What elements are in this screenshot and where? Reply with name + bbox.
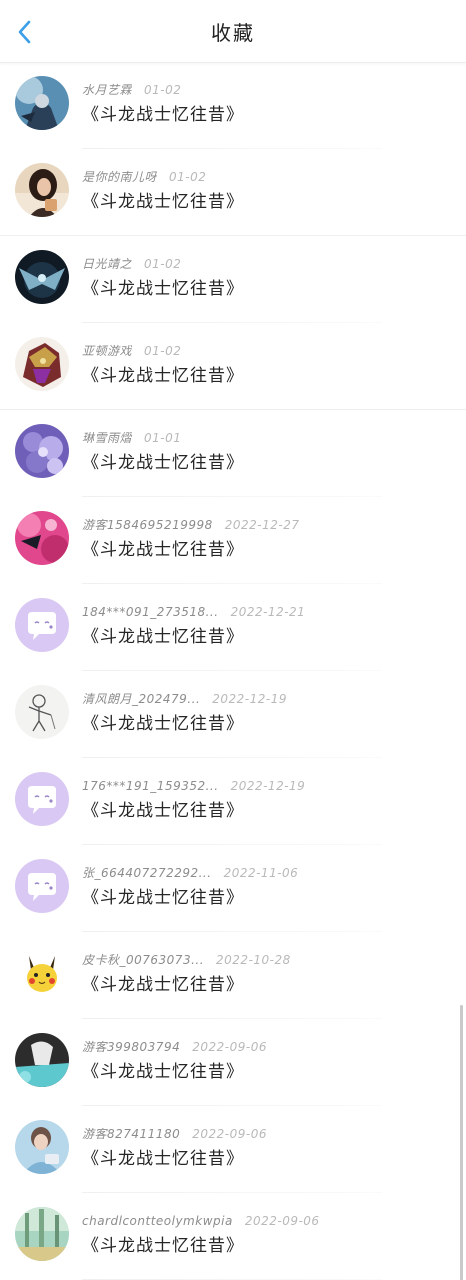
avatar[interactable]	[15, 1120, 69, 1174]
avatar[interactable]	[15, 1207, 69, 1261]
scrollbar[interactable]	[460, 1005, 463, 1280]
username[interactable]: 清风朗月_202479...	[82, 690, 200, 708]
date: 01-02	[144, 83, 182, 97]
date: 2022-12-21	[230, 605, 306, 619]
list-item[interactable]: 亚顿游戏 01-02 《斗龙战士忆往昔》	[0, 323, 466, 410]
item-title[interactable]: 《斗龙战士忆往昔》	[82, 1060, 244, 1084]
date: 2022-12-19	[230, 779, 306, 793]
date: 2022-09-06	[192, 1127, 267, 1141]
avatar[interactable]	[15, 598, 69, 652]
avatar[interactable]	[15, 424, 69, 478]
item-meta: 游客1584695219998 2022-12-27	[82, 516, 300, 534]
item-meta: 亚顿游戏 01-02	[82, 342, 181, 360]
item-title[interactable]: 《斗龙战士忆往昔》	[82, 538, 244, 562]
username[interactable]: 是你的南儿呀	[82, 168, 157, 186]
avatar[interactable]	[15, 76, 69, 130]
avatar[interactable]	[15, 946, 69, 1000]
item-meta: 184***091_273518... 2022-12-21	[82, 603, 305, 621]
item-title[interactable]: 《斗龙战士忆往昔》	[82, 103, 244, 127]
list-item[interactable]: 是你的南儿呀 01-02 《斗龙战士忆往昔》	[0, 149, 466, 236]
date: 2022-11-06	[223, 866, 299, 880]
item-meta: 游客827411180 2022-09-06	[82, 1125, 267, 1143]
avatar[interactable]	[15, 1033, 69, 1087]
avatar[interactable]	[15, 250, 69, 304]
list-item[interactable]: 184***091_273518... 2022-12-21 《斗龙战士忆往昔》	[0, 584, 466, 671]
list-item[interactable]: 游客1584695219998 2022-12-27 《斗龙战士忆往昔》	[0, 497, 466, 584]
item-meta: 176***191_159352... 2022-12-19	[82, 777, 305, 795]
item-title[interactable]: 《斗龙战士忆往昔》	[82, 451, 244, 475]
date: 01-02	[144, 257, 182, 271]
item-title[interactable]: 《斗龙战士忆往昔》	[82, 1234, 244, 1258]
item-title[interactable]: 《斗龙战士忆往昔》	[82, 712, 244, 736]
list-item[interactable]: 游客399803794 2022-09-06 《斗龙战士忆往昔》	[0, 1019, 466, 1106]
date: 2022-09-06	[244, 1214, 320, 1228]
item-meta: 日光靖之 01-02	[82, 255, 181, 273]
list-item[interactable]: 琳雪雨熠 01-01 《斗龙战士忆往昔》	[0, 410, 466, 497]
username[interactable]: 游客1584695219998	[82, 516, 213, 534]
date: 2022-12-27	[224, 518, 300, 532]
list-item[interactable]: 皮卡秋_00763073... 2022-10-28 《斗龙战士忆往昔》	[0, 932, 466, 1019]
back-button[interactable]	[6, 12, 44, 52]
date: 01-02	[169, 170, 207, 184]
username[interactable]: 游客399803794	[82, 1038, 180, 1056]
username[interactable]: 皮卡秋_00763073...	[82, 951, 204, 969]
item-title[interactable]: 《斗龙战士忆往昔》	[82, 886, 244, 910]
username[interactable]: 水月艺霖	[82, 81, 132, 99]
item-title[interactable]: 《斗龙战士忆往昔》	[82, 277, 244, 301]
item-title[interactable]: 《斗龙战士忆往昔》	[82, 364, 244, 388]
item-meta: 水月艺霖 01-02	[82, 81, 181, 99]
username[interactable]: 184***091_273518...	[82, 603, 219, 621]
date: 01-01	[144, 431, 182, 445]
list-item[interactable]: 游客827411180 2022-09-06 《斗龙战士忆往昔》	[0, 1106, 466, 1193]
item-meta: chardlcontteolymkwpia 2022-09-06	[82, 1212, 320, 1230]
avatar[interactable]	[15, 337, 69, 391]
avatar[interactable]	[15, 772, 69, 826]
username[interactable]: chardlcontteolymkwpia	[82, 1212, 233, 1230]
avatar[interactable]	[15, 511, 69, 565]
list-item[interactable]: 清风朗月_202479... 2022-12-19 《斗龙战士忆往昔》	[0, 671, 466, 758]
username[interactable]: 日光靖之	[82, 255, 132, 273]
item-title[interactable]: 《斗龙战士忆往昔》	[82, 190, 244, 214]
item-title[interactable]: 《斗龙战士忆往昔》	[82, 625, 244, 649]
username[interactable]: 游客827411180	[82, 1125, 180, 1143]
username[interactable]: 琳雪雨熠	[82, 429, 132, 447]
avatar[interactable]	[15, 163, 69, 217]
list-item[interactable]: 日光靖之 01-02 《斗龙战士忆往昔》	[0, 236, 466, 323]
item-title[interactable]: 《斗龙战士忆往昔》	[82, 973, 244, 997]
item-meta: 皮卡秋_00763073... 2022-10-28	[82, 951, 291, 969]
item-title[interactable]: 《斗龙战士忆往昔》	[82, 799, 244, 823]
username[interactable]: 张_664407272292...	[82, 864, 212, 882]
list-item[interactable]: 水月艺霖 01-02 《斗龙战士忆往昔》	[0, 62, 466, 149]
avatar[interactable]	[15, 859, 69, 913]
item-meta: 张_664407272292... 2022-11-06	[82, 864, 298, 882]
list-item[interactable]: chardlcontteolymkwpia 2022-09-06 《斗龙战士忆往昔…	[0, 1193, 466, 1280]
date: 01-02	[144, 344, 182, 358]
username[interactable]: 176***191_159352...	[82, 777, 219, 795]
item-meta: 琳雪雨熠 01-01	[82, 429, 181, 447]
item-meta: 清风朗月_202479... 2022-12-19	[82, 690, 287, 708]
item-title[interactable]: 《斗龙战士忆往昔》	[82, 1147, 244, 1171]
page-title: 收藏	[211, 21, 255, 45]
username[interactable]: 亚顿游戏	[82, 342, 132, 360]
date: 2022-09-06	[192, 1040, 267, 1054]
date: 2022-12-19	[212, 692, 288, 706]
favorites-list: 水月艺霖 01-02 《斗龙战士忆往昔》 是你的南儿呀 01-02 《斗龙战士忆往昔…	[0, 62, 466, 1280]
chevron-left-icon	[17, 19, 33, 45]
item-meta: 是你的南儿呀 01-02	[82, 168, 206, 186]
top-bar: 收藏	[0, 0, 466, 63]
list-item[interactable]: 176***191_159352... 2022-12-19 《斗龙战士忆往昔》	[0, 758, 466, 845]
avatar[interactable]	[15, 685, 69, 739]
date: 2022-10-28	[216, 953, 291, 967]
item-meta: 游客399803794 2022-09-06	[82, 1038, 267, 1056]
list-item[interactable]: 张_664407272292... 2022-11-06 《斗龙战士忆往昔》	[0, 845, 466, 932]
